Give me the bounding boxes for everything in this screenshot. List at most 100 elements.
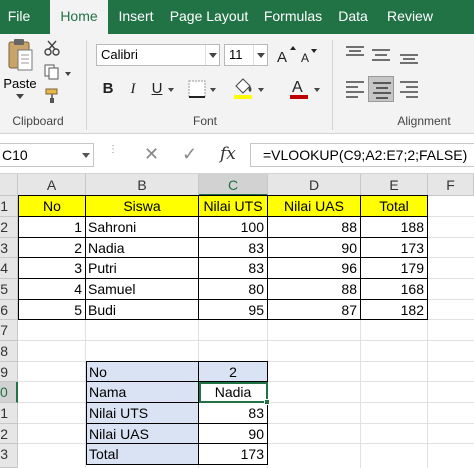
row-header[interactable]: 8 [0, 341, 18, 362]
column-header-e[interactable]: E [361, 174, 428, 196]
font-name-dropdown-icon[interactable] [205, 45, 219, 65]
table-cell-total[interactable]: 188 [361, 217, 428, 238]
table-cell-uts[interactable]: 95 [199, 300, 268, 320]
row-header[interactable]: 7 [0, 320, 18, 341]
table-cell-no[interactable]: 3 [18, 258, 86, 279]
align-center-button[interactable] [368, 76, 394, 102]
font-size-select[interactable]: 11 [224, 44, 268, 66]
column-header-b[interactable]: B [86, 174, 199, 196]
align-right-icon[interactable] [398, 78, 420, 100]
cancel-icon[interactable]: ✕ [144, 144, 159, 165]
lookup-label-cell[interactable]: Total [86, 444, 199, 465]
tab-formulas[interactable]: Formulas [258, 0, 328, 34]
lookup-label-cell[interactable]: Nama [86, 382, 199, 403]
paste-dropdown-icon[interactable] [16, 94, 24, 99]
table-cell-uts[interactable]: 100 [199, 217, 268, 238]
tab-review[interactable]: Review [382, 0, 438, 34]
tab-file[interactable]: File [0, 0, 38, 34]
table-header-cell[interactable]: Nilai UTS [199, 195, 268, 217]
table-cell-uas[interactable]: 87 [268, 300, 361, 320]
formula-bar-grip-icon[interactable]: ⋮ [108, 145, 118, 165]
align-bottom-icon[interactable] [398, 44, 420, 66]
copy-dropdown-icon[interactable] [65, 72, 71, 76]
bold-button[interactable]: B [98, 76, 118, 102]
format-painter-icon[interactable] [44, 88, 60, 104]
table-cell-total[interactable]: 173 [361, 238, 428, 258]
table-header-cell[interactable]: Siswa [86, 195, 199, 217]
fill-handle[interactable] [264, 399, 270, 405]
tab-insert[interactable]: Insert [112, 0, 160, 34]
align-left-icon[interactable] [344, 78, 366, 100]
row-header[interactable]: 2 [0, 217, 18, 238]
table-cell-siswa[interactable]: Budi [86, 300, 199, 320]
table-cell-uts[interactable]: 80 [199, 279, 268, 300]
formula-input[interactable]: =VLOOKUP(C9;A2:E7;2;FALSE) [250, 143, 474, 167]
insert-function-icon[interactable]: fx [220, 144, 236, 164]
grow-font-icon[interactable]: A [276, 46, 296, 64]
table-cell-uts[interactable]: 83 [199, 258, 268, 279]
lookup-label-cell[interactable]: Nilai UAS [86, 424, 199, 444]
fill-color-icon[interactable] [232, 76, 254, 100]
lookup-value-cell[interactable]: 2 [199, 361, 268, 382]
lookup-value-cell[interactable]: 173 [199, 444, 268, 465]
fill-color-dropdown-icon[interactable] [258, 88, 264, 92]
table-cell-siswa[interactable]: Samuel [86, 279, 199, 300]
row-header[interactable]: 6 [0, 300, 18, 320]
table-header-cell[interactable]: Nilai UAS [268, 195, 361, 217]
enter-icon[interactable]: ✓ [182, 144, 197, 165]
tab-page-layout[interactable]: Page Layout [166, 0, 252, 34]
cut-icon[interactable] [44, 40, 60, 56]
table-cell-total[interactable]: 179 [361, 258, 428, 279]
row-header[interactable]: 5 [0, 279, 18, 300]
column-header-c[interactable]: C [199, 174, 268, 196]
table-cell-uas[interactable]: 88 [268, 217, 361, 238]
row-header[interactable]: 9 [0, 362, 18, 382]
column-header-f[interactable]: F [428, 174, 474, 196]
copy-icon[interactable] [44, 64, 60, 80]
table-cell-total[interactable]: 182 [361, 300, 428, 320]
table-cell-siswa[interactable]: Putri [86, 258, 199, 279]
row-header[interactable]: 3 [0, 444, 18, 468]
table-cell-uts[interactable]: 83 [199, 238, 268, 258]
table-header-cell[interactable]: Total [361, 195, 428, 217]
lookup-label-cell[interactable]: No [86, 361, 199, 382]
row-header[interactable]: 2 [0, 424, 18, 444]
row-header[interactable]: 1 [0, 403, 18, 424]
column-header-a[interactable]: A [18, 174, 86, 196]
table-cell-no[interactable]: 2 [18, 238, 86, 258]
table-cell-uas[interactable]: 96 [268, 258, 361, 279]
row-header[interactable]: 1 [0, 196, 18, 217]
font-color-dropdown-icon[interactable] [314, 88, 320, 92]
align-middle-icon[interactable] [370, 44, 392, 66]
table-cell-total[interactable]: 168 [361, 279, 428, 300]
border-icon[interactable] [188, 80, 206, 98]
name-box[interactable]: C10 [0, 143, 94, 167]
table-cell-uas[interactable]: 88 [268, 279, 361, 300]
underline-button[interactable]: U [148, 76, 166, 102]
table-cell-siswa[interactable]: Sahroni [86, 217, 199, 238]
lookup-label-cell[interactable]: Nilai UTS [86, 403, 199, 424]
table-cell-no[interactable]: 5 [18, 300, 86, 320]
worksheet-grid[interactable]: A B C D E F 1 2 3 4 5 6 7 8 9 0 1 2 3 No… [0, 174, 474, 468]
name-box-dropdown-icon[interactable] [81, 144, 91, 166]
font-size-dropdown-icon[interactable] [253, 45, 267, 65]
select-all-corner[interactable] [0, 174, 18, 196]
row-header[interactable]: 3 [0, 238, 18, 258]
paste-button-label[interactable]: Paste [2, 76, 38, 91]
font-color-icon[interactable]: A [288, 76, 310, 100]
table-cell-no[interactable]: 1 [18, 217, 86, 238]
table-cell-no[interactable]: 4 [18, 279, 86, 300]
table-cell-siswa[interactable]: Nadia [86, 238, 199, 258]
tab-data[interactable]: Data [334, 0, 372, 34]
lookup-value-cell[interactable]: 83 [199, 403, 268, 424]
lookup-value-cell[interactable]: 90 [199, 424, 268, 444]
table-header-cell[interactable]: No [18, 195, 86, 217]
tab-home[interactable]: Home [50, 0, 108, 34]
table-cell-uas[interactable]: 90 [268, 238, 361, 258]
row-header[interactable]: 4 [0, 258, 18, 279]
shrink-font-icon[interactable]: A [300, 48, 318, 64]
italic-button[interactable]: I [124, 76, 142, 102]
column-header-d[interactable]: D [268, 174, 361, 196]
lookup-value-cell-active[interactable]: Nadia [199, 382, 268, 403]
row-header-selected[interactable]: 0 [0, 382, 18, 403]
